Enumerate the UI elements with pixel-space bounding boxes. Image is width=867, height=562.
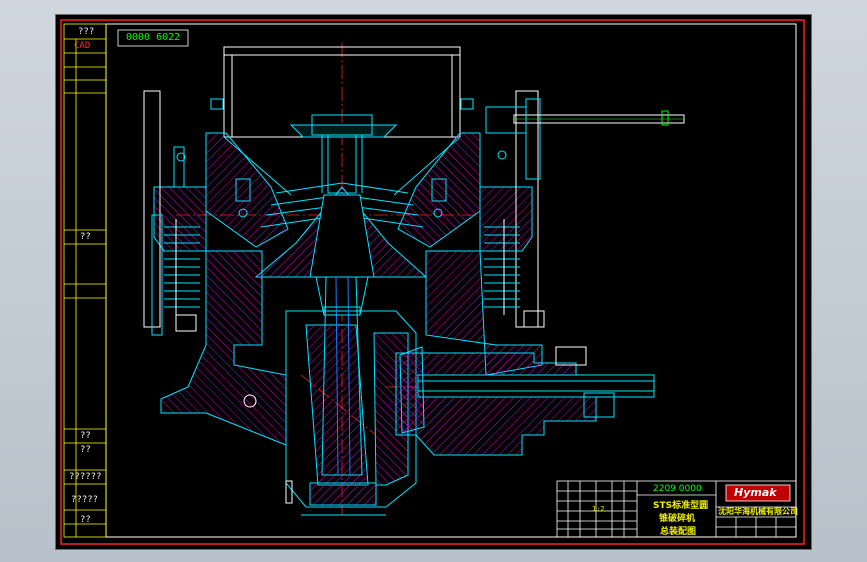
strip-label-cad: CAD xyxy=(74,41,91,51)
company-name: 沈阳华海机械有限公司 xyxy=(718,507,798,516)
strip-label-mid: ?? xyxy=(80,232,91,242)
title-line-2: 锥破碎机 xyxy=(659,514,696,524)
drawing-number: 0000 6022 xyxy=(126,32,181,43)
left-strip-table xyxy=(63,23,107,538)
strip-label-e: ?? xyxy=(80,515,91,525)
mantle xyxy=(254,186,428,316)
drawing-sheet: ??? CAD ?? ?? ?? ?????? ????? ?? 0000 60… xyxy=(55,14,812,550)
strip-label-d: ????? xyxy=(71,495,99,505)
strip-label-b: ?? xyxy=(80,445,91,455)
strip-label-top: ??? xyxy=(78,27,95,37)
logo-text: Hymak xyxy=(734,486,777,499)
title-line-3: 总装配图 xyxy=(660,527,697,537)
cone-crusher-assembly-drawing xyxy=(60,19,805,545)
strip-label-a: ?? xyxy=(80,431,91,441)
title-line-1: STS标准型圆 xyxy=(653,501,709,511)
part-code: 2209 0000 xyxy=(653,484,702,494)
scale-value: 1:2 xyxy=(592,505,605,513)
countershaft-assembly xyxy=(395,346,655,456)
strip-label-c: ?????? xyxy=(69,472,102,482)
